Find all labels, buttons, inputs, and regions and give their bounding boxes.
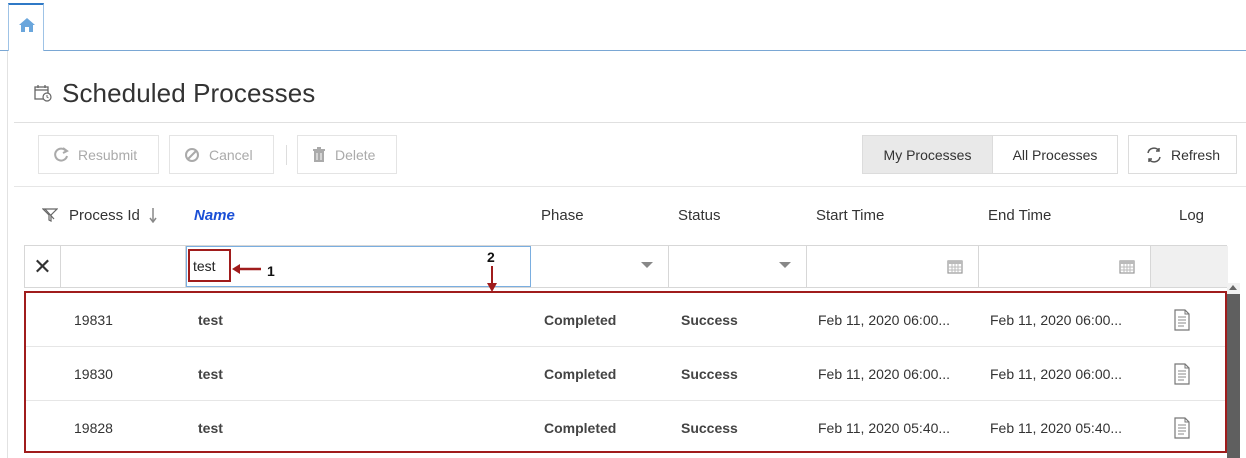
clear-filters-button[interactable]: ✕ — [25, 246, 61, 287]
end-time-cell: Feb 11, 2020 06:00... — [990, 312, 1123, 328]
sort-down-icon[interactable] — [149, 207, 157, 223]
delete-label: Delete — [335, 146, 376, 163]
log-filter-cell — [1151, 246, 1228, 287]
name-cell[interactable]: test — [198, 347, 223, 401]
scroll-up-icon[interactable] — [1229, 285, 1237, 290]
process-id-filter[interactable] — [61, 246, 186, 287]
column-header-start-time[interactable]: Start Time — [816, 204, 884, 226]
annotation-arrow-1 — [232, 262, 262, 280]
calendar-clock-icon — [34, 84, 52, 102]
page-header: Scheduled Processes — [34, 76, 315, 110]
process-id-cell: 19831 — [74, 312, 113, 328]
calendar-icon[interactable] — [1119, 258, 1135, 279]
delete-icon — [312, 146, 326, 163]
my-processes-label: My Processes — [883, 146, 972, 163]
resubmit-button[interactable]: Resubmit — [38, 135, 159, 174]
calendar-icon[interactable] — [947, 258, 963, 279]
annotation-label-2: 2 — [487, 249, 495, 265]
phase-filter-select[interactable] — [531, 246, 669, 287]
filter-icon[interactable] — [41, 208, 59, 227]
chevron-down-icon — [779, 262, 791, 268]
status-cell: Success — [681, 366, 738, 382]
end-time-cell: Feb 11, 2020 05:40... — [990, 420, 1123, 436]
start-time-cell: Feb 11, 2020 06:00... — [818, 366, 951, 382]
start-time-cell: Feb 11, 2020 06:00... — [818, 312, 951, 328]
table-row[interactable]: 19828 test Completed Success Feb 11, 202… — [26, 401, 1225, 455]
start-time-cell: Feb 11, 2020 05:40... — [818, 420, 951, 436]
annotation-label-1: 1 — [267, 263, 275, 279]
column-header-phase[interactable]: Phase — [541, 204, 584, 226]
start-time-filter[interactable] — [807, 246, 979, 287]
log-document-icon[interactable] — [1173, 401, 1191, 455]
column-header-label: Process Id — [69, 206, 140, 224]
toolbar-separator — [286, 145, 287, 165]
name-cell[interactable]: test — [198, 401, 223, 455]
left-border — [7, 51, 8, 458]
delete-button[interactable]: Delete — [297, 135, 397, 174]
phase-cell: Completed — [544, 312, 617, 328]
log-document-icon[interactable] — [1173, 293, 1191, 347]
toolbar-divider — [14, 186, 1246, 187]
title-divider — [14, 122, 1246, 123]
home-icon — [18, 17, 36, 38]
scrollbar-thumb[interactable] — [1227, 294, 1240, 458]
chevron-down-icon — [641, 262, 653, 268]
tab-divider — [44, 50, 1246, 51]
column-header-process-id[interactable]: Process Id — [69, 204, 157, 226]
table-row[interactable]: 19831 test Completed Success Feb 11, 202… — [26, 293, 1225, 347]
all-processes-toggle[interactable]: All Processes — [992, 135, 1118, 174]
column-header-status[interactable]: Status — [678, 204, 721, 226]
top-tab-bar — [0, 0, 1246, 51]
process-id-cell: 19830 — [74, 366, 113, 382]
phase-cell: Completed — [544, 420, 617, 436]
status-filter-select[interactable] — [669, 246, 807, 287]
all-processes-label: All Processes — [1012, 146, 1098, 163]
end-time-cell: Feb 11, 2020 06:00... — [990, 366, 1123, 382]
my-processes-toggle[interactable]: My Processes — [862, 135, 993, 174]
status-cell: Success — [681, 312, 738, 328]
column-header-log[interactable]: Log — [1179, 204, 1204, 226]
column-header-end-time[interactable]: End Time — [988, 204, 1051, 226]
home-tab[interactable] — [8, 3, 44, 51]
log-document-icon[interactable] — [1173, 347, 1191, 401]
results-table: 19831 test Completed Success Feb 11, 202… — [24, 291, 1227, 453]
table-row[interactable]: 19830 test Completed Success Feb 11, 202… — [26, 347, 1225, 401]
cancel-button[interactable]: Cancel — [169, 135, 274, 174]
cancel-icon — [184, 147, 200, 163]
refresh-label: Refresh — [1170, 146, 1221, 163]
refresh-button[interactable]: Refresh — [1128, 135, 1237, 174]
status-cell: Success — [681, 420, 738, 436]
name-cell[interactable]: test — [198, 293, 223, 347]
phase-cell: Completed — [544, 366, 617, 382]
cancel-label: Cancel — [209, 146, 253, 163]
refresh-icon — [1145, 146, 1163, 164]
resubmit-label: Resubmit — [78, 146, 138, 163]
end-time-filter[interactable] — [979, 246, 1151, 287]
annotation-box-1 — [188, 249, 231, 282]
resubmit-icon — [53, 146, 69, 163]
column-header-name[interactable]: Name — [194, 204, 235, 226]
page-title: Scheduled Processes — [62, 77, 316, 108]
close-icon: ✕ — [33, 253, 52, 279]
process-id-cell: 19828 — [74, 420, 113, 436]
